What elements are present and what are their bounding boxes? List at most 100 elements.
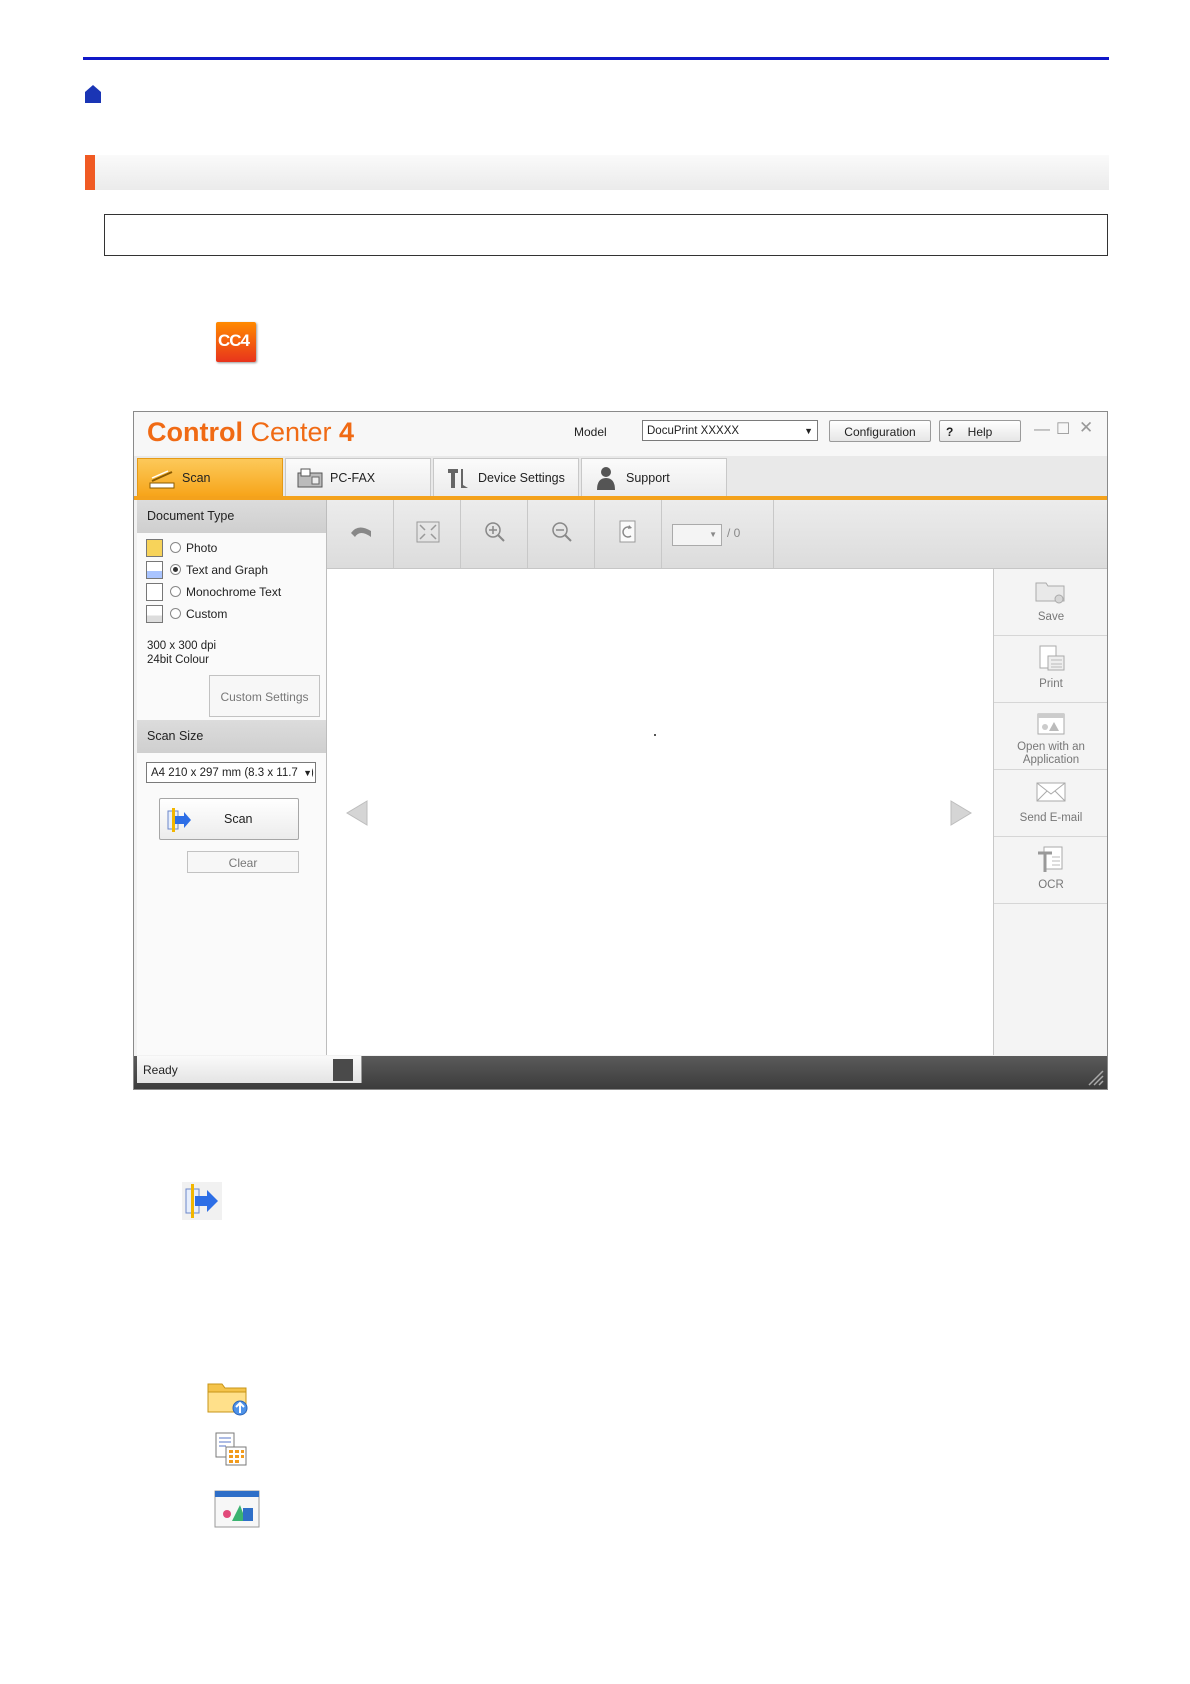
configuration-button[interactable]: Configuration: [829, 420, 931, 442]
model-label: Model: [574, 425, 607, 439]
scan-button-icon: [182, 1182, 222, 1220]
save-folder-icon: [207, 1383, 248, 1416]
chevron-down-icon: ▼: [709, 530, 717, 539]
status-indicator-icon: [333, 1059, 353, 1081]
photo-icon: [146, 539, 163, 557]
tab-support-label: Support: [626, 471, 670, 485]
tab-pc-fax[interactable]: PC-FAX: [285, 458, 431, 496]
text-and-graph-label: Text and Graph: [186, 563, 269, 577]
preview-toolbar: ▼ / 0: [327, 500, 1107, 569]
scan-size-select[interactable]: A4 210 x 297 mm (8.3 x 11.7 in) ▼: [146, 762, 316, 783]
resize-grip-icon[interactable]: [1086, 1068, 1104, 1086]
send-email-action[interactable]: Send E-mail: [994, 770, 1107, 837]
minimize-icon[interactable]: —: [1034, 421, 1050, 439]
open-application-doc-icon: [214, 1490, 260, 1528]
save-action[interactable]: Save: [994, 569, 1107, 636]
cc4-icon-text: CC4: [218, 331, 250, 350]
rotate-button[interactable]: [595, 500, 662, 568]
zoom-in-button[interactable]: [461, 500, 528, 568]
scan-button-label: Scan: [224, 812, 253, 826]
control-center-4-icon: CC4: [216, 322, 256, 362]
monochrome-text-label: Monochrome Text: [186, 585, 282, 599]
help-icon: ?: [946, 425, 954, 439]
tab-pc-fax-label: PC-FAX: [330, 471, 376, 485]
folder-save-icon: [1035, 582, 1065, 604]
page-number-field[interactable]: ▼: [672, 524, 722, 546]
print-doc-icon: [215, 1432, 247, 1466]
tab-scan[interactable]: Scan: [137, 458, 283, 496]
tab-scan-label: Scan: [182, 471, 211, 485]
scan-arrow-icon: [167, 808, 191, 832]
note-box: [104, 214, 1108, 256]
rotate-icon: [619, 520, 636, 543]
scan-size-heading: Scan Size: [137, 720, 326, 753]
section-heading-bar: [85, 155, 1109, 190]
tab-device-settings-label: Device Settings: [478, 471, 565, 485]
title-bar: Control Center 4 Model DocuPrint XXXXX ▼…: [134, 412, 1107, 456]
page-total: / 0: [727, 526, 741, 540]
zoom-out-button[interactable]: [528, 500, 595, 568]
email-icon: [1036, 782, 1066, 802]
photo-radio[interactable]: [170, 542, 181, 553]
tab-support[interactable]: Support: [581, 458, 727, 496]
print-icon: [1039, 645, 1065, 671]
actions-panel: Save Print Open with an Application Send…: [993, 569, 1107, 1055]
text-and-graph-radio[interactable]: [170, 564, 181, 575]
next-page-arrow-icon[interactable]: [949, 799, 973, 827]
color-depth-text: 24bit Colour: [147, 654, 210, 666]
photo-label: Photo: [186, 541, 218, 555]
zoom-out-icon: [552, 522, 572, 542]
document-type-heading: Document Type: [137, 500, 326, 533]
undo-icon: [351, 527, 371, 537]
custom-settings-button[interactable]: Custom Settings: [209, 675, 320, 717]
help-button[interactable]: ? Help: [939, 420, 1021, 442]
status-panel: Ready: [137, 1056, 362, 1083]
fit-to-window-icon: [416, 521, 440, 543]
tools-icon: [448, 469, 468, 488]
print-action-label: Print: [1039, 678, 1063, 690]
section-accent: [85, 155, 95, 190]
preview-dot: [654, 734, 656, 736]
status-bar: Ready: [134, 1056, 1107, 1089]
monochrome-text-radio[interactable]: [170, 586, 181, 597]
tab-device-settings[interactable]: Device Settings: [433, 458, 579, 496]
resolution-text: 300 x 300 dpi: [147, 640, 217, 652]
scan-preview-area: [327, 569, 993, 1055]
maximize-icon[interactable]: ☐: [1056, 419, 1070, 439]
undo-button[interactable]: [327, 500, 394, 568]
scanner-icon: [149, 470, 175, 489]
fax-icon: [297, 468, 323, 488]
ocr-action[interactable]: OCR: [994, 837, 1107, 904]
chevron-down-icon: ▼: [301, 763, 312, 782]
settings-panel: Document Type Photo Text and Graph Monoc…: [137, 500, 327, 1055]
ocr-icon: [1038, 846, 1063, 872]
custom-radio[interactable]: [170, 608, 181, 619]
ocr-action-label: OCR: [1038, 879, 1064, 891]
custom-label: Custom: [186, 607, 228, 621]
previous-page-arrow-icon[interactable]: [345, 799, 369, 827]
clear-button[interactable]: Clear: [187, 851, 299, 873]
help-label: Help: [967, 425, 993, 439]
home-icon[interactable]: [84, 84, 102, 104]
control-center-window: Control Center 4 Model DocuPrint XXXXX ▼…: [133, 411, 1108, 1090]
save-action-label: Save: [1037, 611, 1065, 623]
scan-size-value: A4 210 x 297 mm (8.3 x 11.7 in): [151, 767, 314, 779]
monochrome-text-icon: [146, 583, 163, 601]
tab-strip: Scan PC-FAX Device Settings Support: [134, 456, 1107, 500]
custom-document-icon: [146, 605, 163, 623]
open-application-icon: [1037, 713, 1065, 735]
print-action[interactable]: Print: [994, 636, 1107, 703]
model-select-value: DocuPrint XXXXX: [647, 425, 740, 437]
open-with-application-label: Open with an Application: [1017, 741, 1085, 766]
model-select[interactable]: DocuPrint XXXXX ▼: [642, 420, 818, 441]
open-with-application-action[interactable]: Open with an Application: [994, 703, 1107, 770]
text-and-graph-icon: [146, 561, 163, 579]
chevron-down-icon: ▼: [804, 426, 813, 436]
fit-to-window-button[interactable]: [394, 500, 461, 568]
scan-button[interactable]: Scan: [159, 798, 299, 840]
close-icon[interactable]: ✕: [1079, 418, 1093, 438]
scan-resolution-info: 300 x 300 dpi 24bit Colour: [147, 639, 216, 667]
zoom-in-icon: [485, 522, 505, 542]
app-title: Control Center 4: [147, 417, 355, 447]
status-text: Ready: [143, 1063, 178, 1077]
